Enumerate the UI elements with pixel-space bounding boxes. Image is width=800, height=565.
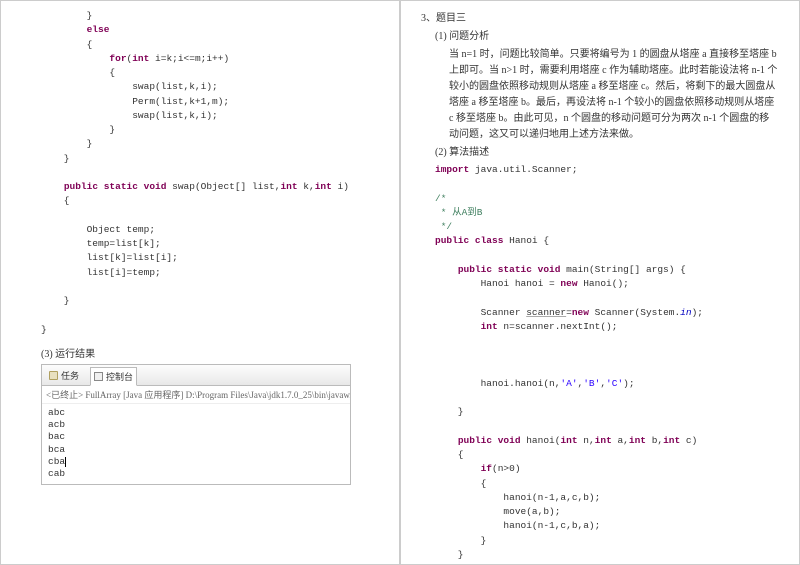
- tab-tasks-label: 任务: [61, 369, 79, 382]
- console-icon: [94, 372, 103, 381]
- right-heading: 3、题目三: [421, 11, 779, 27]
- result-title: (3) 运行结果: [41, 345, 379, 360]
- console-panel: 任务 控制台 <已终止> FullArray [Java 应用程序] D:\Pr…: [41, 364, 351, 485]
- right-sub2: (2) 算法描述: [421, 145, 779, 161]
- left-column: } else { for(int i=k;i<=m;i++) { swap(li…: [0, 0, 400, 565]
- console-tabs: 任务 控制台: [42, 365, 350, 386]
- console-status: <已终止> FullArray [Java 应用程序] D:\Program F…: [42, 386, 350, 404]
- left-code-block: } else { for(int i=k;i<=m;i++) { swap(li…: [41, 9, 379, 337]
- console-output: abcacbbacbcacbacab: [42, 404, 350, 484]
- right-code-block: import java.util.Scanner; /* * 从A到B */ p…: [421, 163, 779, 565]
- right-column: 3、题目三 (1) 问题分析 当 n=1 时，问题比较简单。只要将编号为 1 的…: [400, 0, 800, 565]
- right-sub1: (1) 问题分析: [421, 29, 779, 45]
- tab-console-label: 控制台: [106, 370, 133, 383]
- task-icon: [49, 371, 58, 380]
- document-page: } else { for(int i=k;i<=m;i++) { swap(li…: [0, 0, 800, 565]
- right-para1: 当 n=1 时，问题比较简单。只要将编号为 1 的圆盘从塔座 a 直接移至塔座 …: [421, 47, 779, 143]
- tab-tasks[interactable]: 任务: [46, 367, 82, 385]
- tab-console[interactable]: 控制台: [90, 367, 137, 386]
